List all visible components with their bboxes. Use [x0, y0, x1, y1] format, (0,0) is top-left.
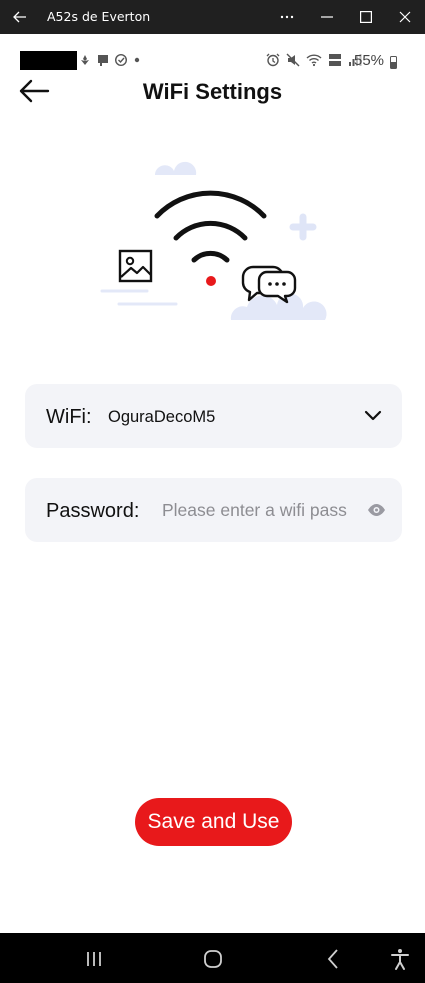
plus-icon — [289, 213, 317, 241]
close-icon — [399, 11, 411, 23]
maximize-icon — [360, 11, 372, 23]
wifi-label: WiFi: — [46, 406, 92, 428]
volte-lte-icon — [329, 54, 341, 66]
cloud-icon — [155, 161, 197, 175]
page-title: WiFi Settings — [142, 79, 283, 104]
password-field: Password: — [25, 478, 402, 542]
decor-lines — [100, 289, 178, 306]
wifi-icon — [306, 54, 322, 67]
status-bar: 55% — [0, 48, 425, 76]
window-minimize-button[interactable] — [315, 5, 339, 29]
minimize-icon — [321, 16, 333, 18]
chevron-down-icon[interactable] — [363, 406, 383, 426]
alarm-icon — [266, 53, 280, 67]
check-circle-icon — [114, 53, 128, 67]
redacted-block — [20, 51, 77, 70]
recents-icon[interactable] — [82, 947, 106, 971]
back-icon[interactable] — [322, 947, 346, 971]
dot-icon — [134, 57, 140, 63]
wifi-illustration — [100, 161, 327, 320]
chat-bubbles-icon — [241, 265, 297, 304]
window-back-button[interactable] — [8, 5, 32, 29]
battery-percentage: 55% — [354, 52, 385, 69]
window-more-button[interactable] — [275, 5, 299, 29]
phone-screen: 55% WiFi Settings WiFi: OguraDecoM5 Pass… — [0, 34, 425, 983]
notification-icon — [98, 55, 108, 66]
window-title: A52s de Everton — [47, 9, 151, 24]
save-and-use-button[interactable]: Save and Use — [135, 798, 292, 846]
more-icon — [280, 15, 294, 19]
window-maximize-button[interactable] — [354, 5, 378, 29]
battery-icon — [390, 56, 397, 69]
android-nav-bar — [0, 933, 425, 983]
window-titlebar: A52s de Everton — [0, 0, 425, 34]
back-icon — [13, 11, 26, 23]
accessibility-icon[interactable] — [388, 947, 412, 971]
window-close-button[interactable] — [393, 5, 417, 29]
home-icon[interactable] — [201, 947, 225, 971]
eye-icon[interactable] — [367, 501, 386, 519]
mute-icon — [286, 53, 300, 67]
notification-icon — [81, 55, 89, 65]
password-input[interactable] — [162, 496, 352, 524]
password-label: Password: — [46, 500, 140, 522]
status-left-icons — [78, 53, 142, 67]
wifi-select[interactable]: WiFi: OguraDecoM5 — [25, 384, 402, 448]
wifi-selected-value: OguraDecoM5 — [108, 408, 216, 426]
status-right-icons — [266, 53, 362, 67]
image-icon — [118, 249, 153, 283]
